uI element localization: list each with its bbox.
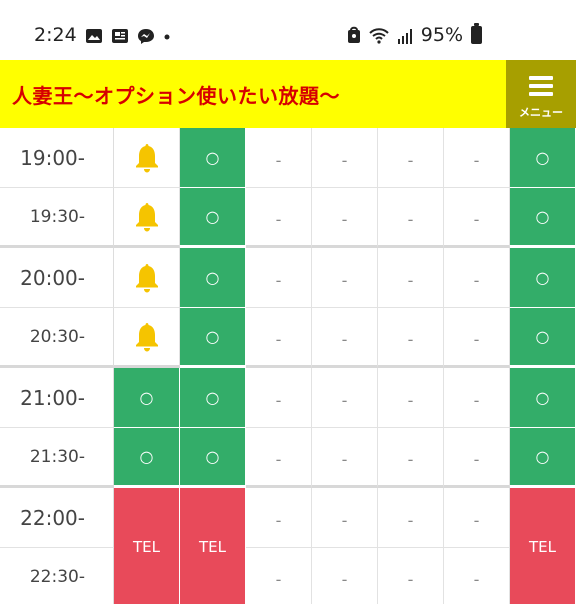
bag-icon xyxy=(347,26,361,44)
slot-unavailable: - xyxy=(378,368,444,428)
slot-available[interactable]: ○ xyxy=(510,248,576,308)
bell-icon xyxy=(133,201,161,233)
slot-tel[interactable]: TEL xyxy=(510,488,576,604)
slot-available[interactable]: ○ xyxy=(114,368,180,428)
slot-unavailable: - xyxy=(246,548,312,604)
bell-icon xyxy=(133,321,161,353)
slot-notify[interactable] xyxy=(114,308,180,368)
slot-available[interactable]: ○ xyxy=(510,128,576,188)
slot-available[interactable]: ○ xyxy=(510,428,576,488)
news-icon xyxy=(111,27,129,43)
slot-unavailable: - xyxy=(444,308,510,368)
site-header: 人妻王〜オプション使いたい放題〜 メニュー xyxy=(0,60,576,128)
time-slot-label: 19:30- xyxy=(0,188,114,248)
slot-available[interactable]: ○ xyxy=(180,188,246,248)
slot-unavailable: - xyxy=(312,128,378,188)
image-icon xyxy=(85,27,103,43)
slot-unavailable: - xyxy=(246,368,312,428)
slot-unavailable: - xyxy=(378,188,444,248)
slot-unavailable: - xyxy=(378,548,444,604)
slot-unavailable: - xyxy=(312,188,378,248)
slot-unavailable: - xyxy=(246,308,312,368)
slot-unavailable: - xyxy=(246,428,312,488)
shop-title[interactable]: 人妻王〜オプション使いたい放題〜 xyxy=(12,80,340,109)
slot-unavailable: - xyxy=(378,428,444,488)
slot-unavailable: - xyxy=(444,368,510,428)
slot-unavailable: - xyxy=(246,488,312,548)
battery-icon xyxy=(471,23,482,44)
bell-icon xyxy=(133,262,161,294)
slot-available[interactable]: ○ xyxy=(114,428,180,488)
slot-available[interactable]: ○ xyxy=(180,248,246,308)
slot-unavailable: - xyxy=(378,488,444,548)
slot-unavailable: - xyxy=(312,308,378,368)
slot-available[interactable]: ○ xyxy=(180,308,246,368)
slot-unavailable: - xyxy=(312,368,378,428)
slot-unavailable: - xyxy=(246,248,312,308)
dot-icon xyxy=(163,27,171,43)
slot-unavailable: - xyxy=(312,548,378,604)
slot-unavailable: - xyxy=(378,308,444,368)
slot-notify[interactable] xyxy=(114,128,180,188)
time-slot-label: 20:00- xyxy=(0,248,114,308)
messenger-icon xyxy=(137,27,155,44)
wifi-icon xyxy=(369,27,389,44)
slot-unavailable: - xyxy=(444,488,510,548)
slot-unavailable: - xyxy=(378,128,444,188)
time-slot-label: 21:00- xyxy=(0,368,114,428)
slot-unavailable: - xyxy=(444,128,510,188)
slot-available[interactable]: ○ xyxy=(180,128,246,188)
clock: 2:24 xyxy=(34,24,77,46)
menu-button[interactable]: メニュー xyxy=(506,60,576,128)
bell-icon xyxy=(133,142,161,174)
slot-unavailable: - xyxy=(246,128,312,188)
battery-percent: 95% xyxy=(420,24,463,46)
slot-unavailable: - xyxy=(246,188,312,248)
slot-tel[interactable]: TEL xyxy=(180,488,246,604)
status-left: 2:24 xyxy=(34,24,171,46)
slot-unavailable: - xyxy=(444,548,510,604)
slot-unavailable: - xyxy=(444,188,510,248)
menu-label: メニュー xyxy=(519,106,563,119)
hamburger-icon xyxy=(529,76,553,100)
slot-available[interactable]: ○ xyxy=(510,368,576,428)
slot-unavailable: - xyxy=(312,428,378,488)
time-slot-label: 20:30- xyxy=(0,308,114,368)
slot-unavailable: - xyxy=(444,248,510,308)
status-right: 95% xyxy=(347,23,482,46)
slot-available[interactable]: ○ xyxy=(510,308,576,368)
time-slot-label: 21:30- xyxy=(0,428,114,488)
time-slot-label: 22:30- xyxy=(0,548,114,604)
slot-notify[interactable] xyxy=(114,188,180,248)
slot-tel[interactable]: TEL xyxy=(114,488,180,604)
slot-available[interactable]: ○ xyxy=(180,368,246,428)
time-slot-label: 22:00- xyxy=(0,488,114,548)
signal-icon xyxy=(397,27,413,44)
status-bar: 2:24 95% xyxy=(0,0,576,60)
slot-unavailable: - xyxy=(444,428,510,488)
slot-notify[interactable] xyxy=(114,248,180,308)
slot-unavailable: - xyxy=(312,488,378,548)
slot-unavailable: - xyxy=(312,248,378,308)
schedule-grid: 19:00- 19:30- 20:00- 20:30- 21:00- 21:30- 22:0… xyxy=(0,128,576,604)
slot-available[interactable]: ○ xyxy=(510,188,576,248)
slot-unavailable: - xyxy=(378,248,444,308)
time-slot-label: 19:00- xyxy=(0,128,114,188)
slot-available[interactable]: ○ xyxy=(180,428,246,488)
